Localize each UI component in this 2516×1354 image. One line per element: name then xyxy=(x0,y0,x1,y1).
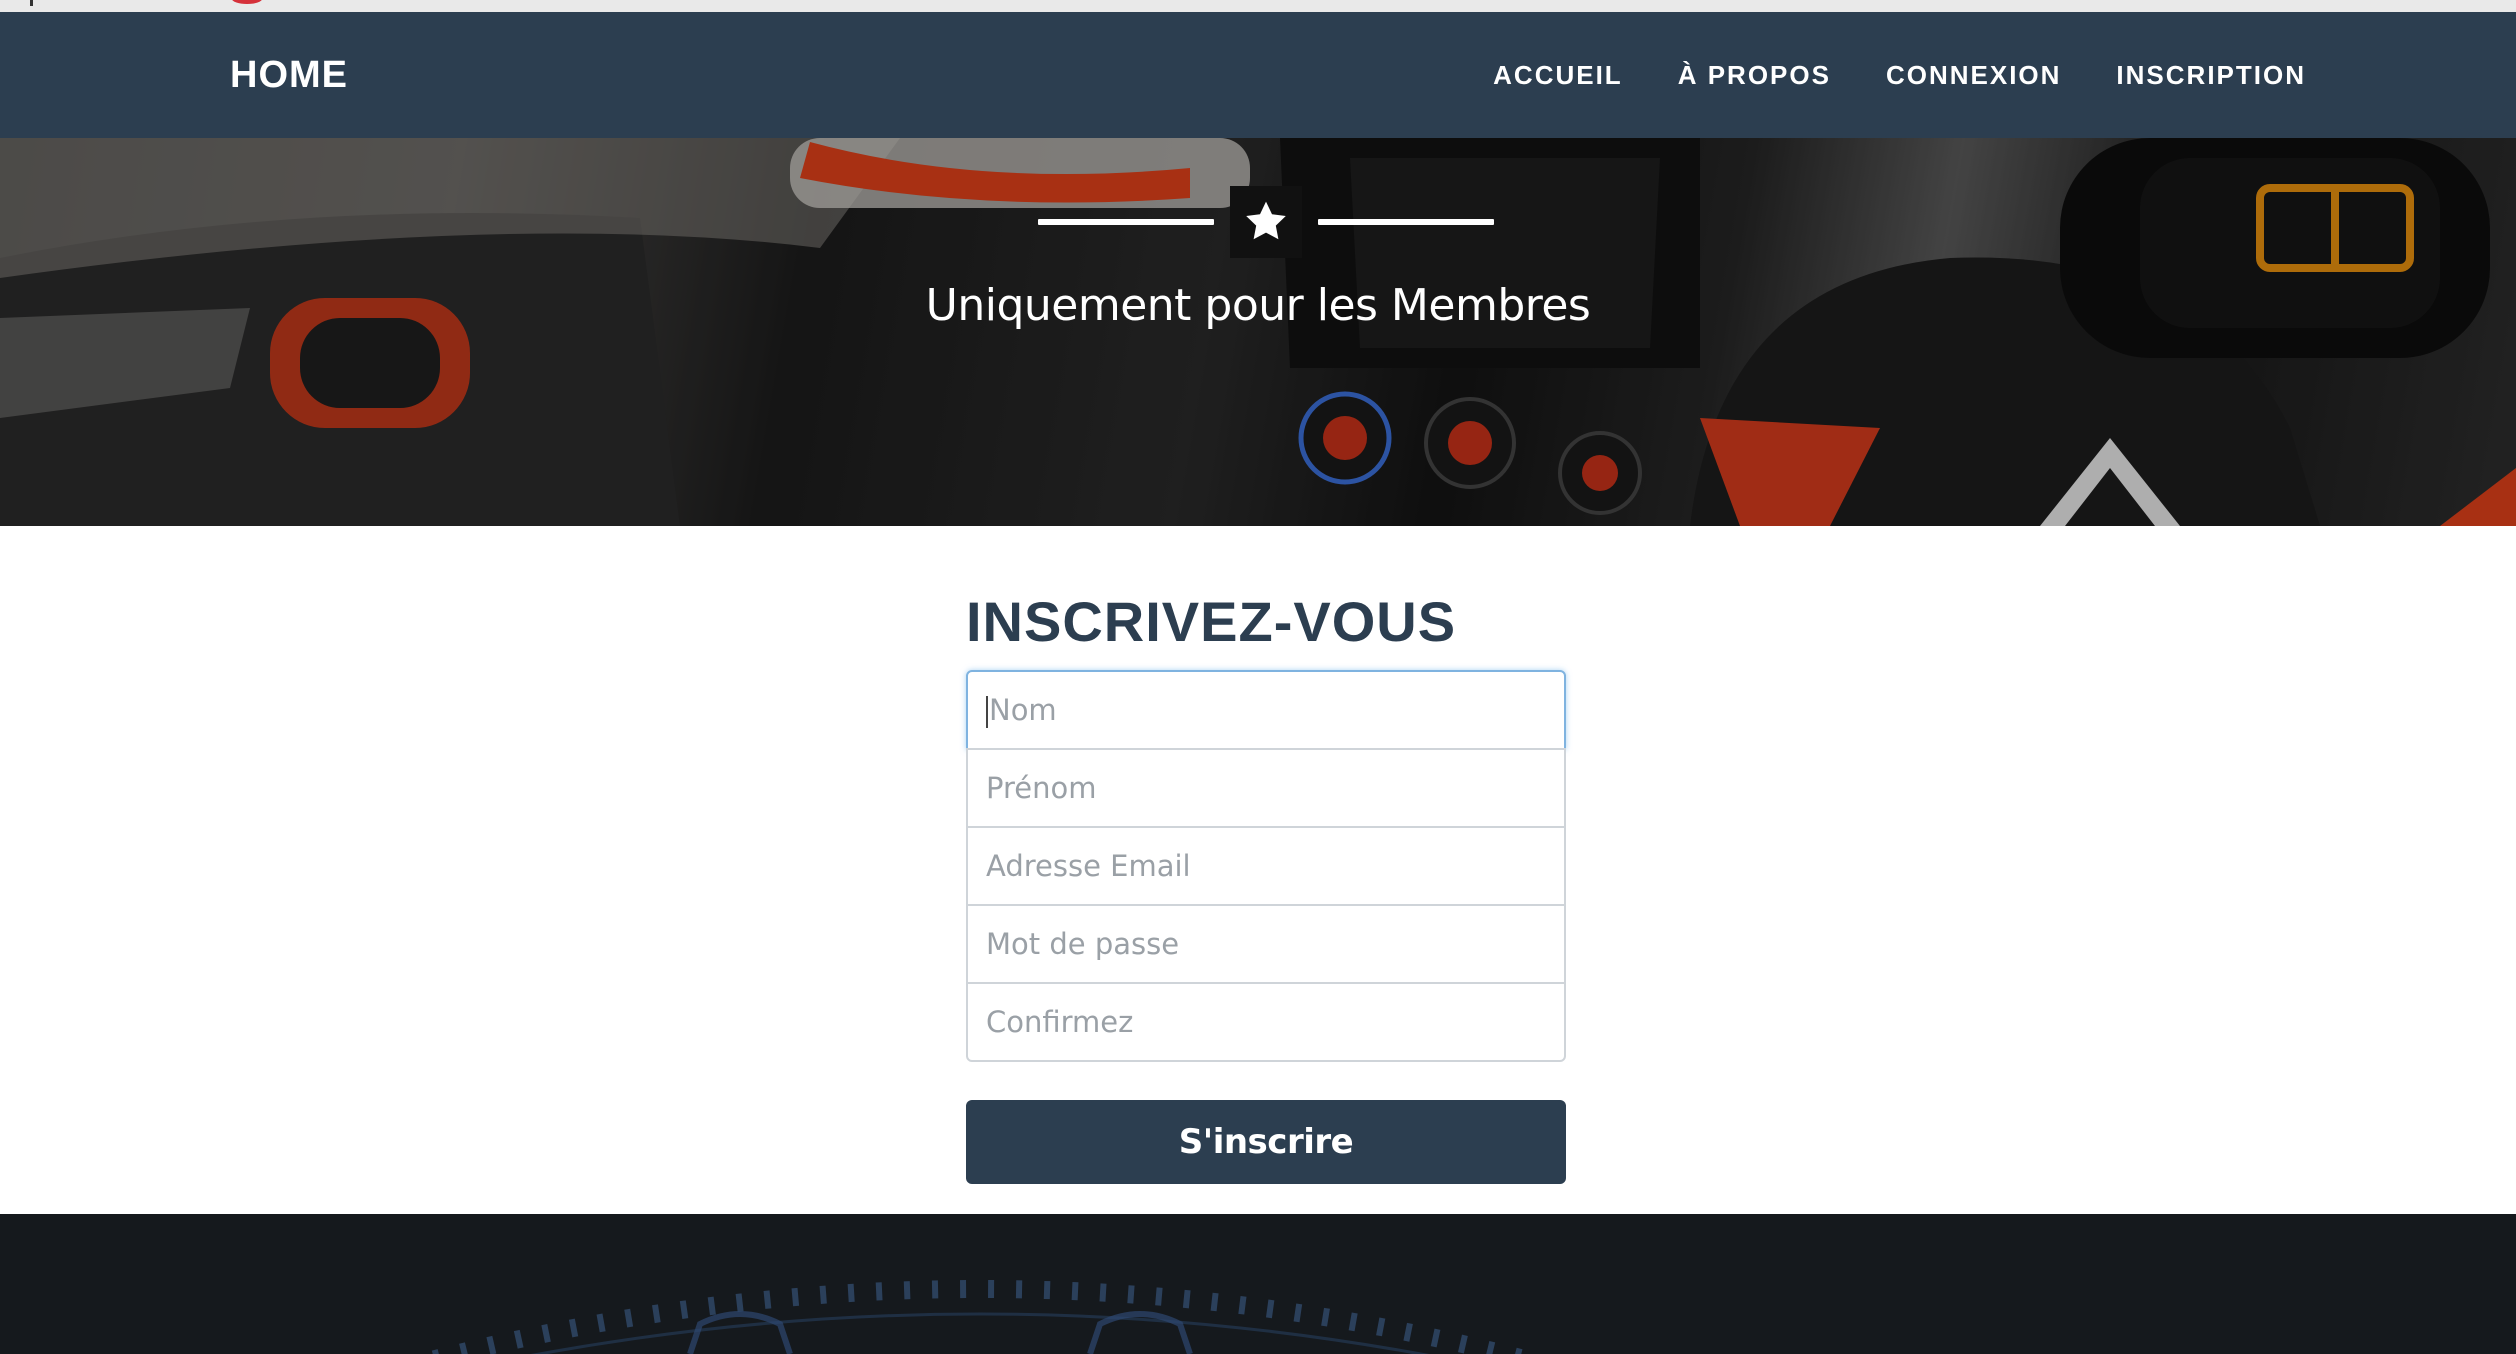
prenom-placeholder: Prénom xyxy=(986,771,1097,805)
footer-background xyxy=(0,1214,2516,1354)
text-caret xyxy=(986,696,988,728)
confirm-password-input[interactable]: Confirmez xyxy=(966,982,1566,1062)
nav-links: ACCUEIL À PROPOS CONNEXION INSCRIPTION xyxy=(1438,12,2306,138)
browser-red-dot xyxy=(232,0,262,4)
email-placeholder: Adresse Email xyxy=(986,849,1191,883)
browser-mark xyxy=(30,0,33,6)
brand-home-link[interactable]: HOME xyxy=(230,12,348,138)
star-icon xyxy=(1230,186,1302,258)
password-placeholder: Mot de passe xyxy=(986,927,1180,961)
signup-form: INSCRIVEZ-VOUS Nom Prénom Adresse Email … xyxy=(966,590,1566,1184)
nom-placeholder: Nom xyxy=(989,693,1057,727)
star-divider xyxy=(1038,186,1494,258)
nav-link-inscription[interactable]: INSCRIPTION xyxy=(2116,60,2306,91)
hero-tagline: Uniquement pour les Membres xyxy=(925,280,1591,331)
nav-link-accueil[interactable]: ACCUEIL xyxy=(1493,60,1623,91)
nom-input[interactable]: Nom xyxy=(966,670,1566,750)
confirm-placeholder: Confirmez xyxy=(986,1005,1134,1039)
divider-line-right xyxy=(1318,219,1494,225)
signup-title: INSCRIVEZ-VOUS xyxy=(966,590,1457,653)
signup-submit-button[interactable]: S'inscrire xyxy=(966,1100,1566,1184)
speedometer-graphic xyxy=(419,1280,1541,1354)
nav-link-connexion[interactable]: CONNEXION xyxy=(1886,60,2061,91)
navbar: HOME ACCUEIL À PROPOS CONNEXION INSCRIPT… xyxy=(0,12,2516,138)
browser-top-strip xyxy=(0,0,2516,12)
nav-link-a-propos[interactable]: À PROPOS xyxy=(1678,60,1831,91)
prenom-input[interactable]: Prénom xyxy=(966,748,1566,828)
hero-header: Uniquement pour les Membres xyxy=(0,138,2516,526)
password-input[interactable]: Mot de passe xyxy=(966,904,1566,984)
divider-line-left xyxy=(1038,219,1214,225)
email-input[interactable]: Adresse Email xyxy=(966,826,1566,906)
